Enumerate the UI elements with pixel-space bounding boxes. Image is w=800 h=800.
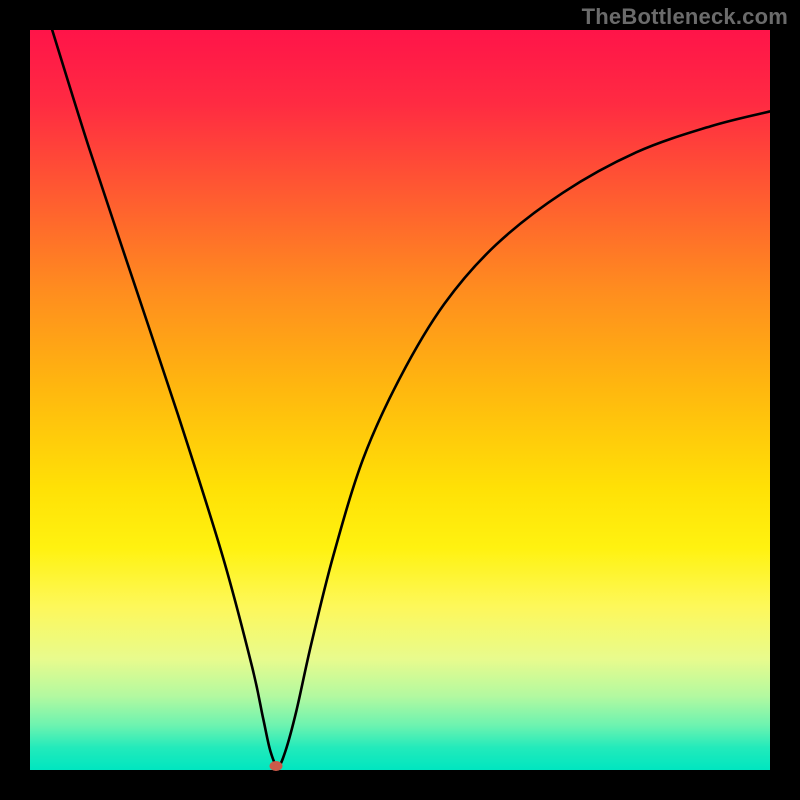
curve-layer [30,30,770,770]
watermark-text: TheBottleneck.com [582,4,788,30]
plot-area [30,30,770,770]
optimum-marker [269,761,282,771]
chart-frame: TheBottleneck.com [0,0,800,800]
bottleneck-curve [52,30,770,766]
